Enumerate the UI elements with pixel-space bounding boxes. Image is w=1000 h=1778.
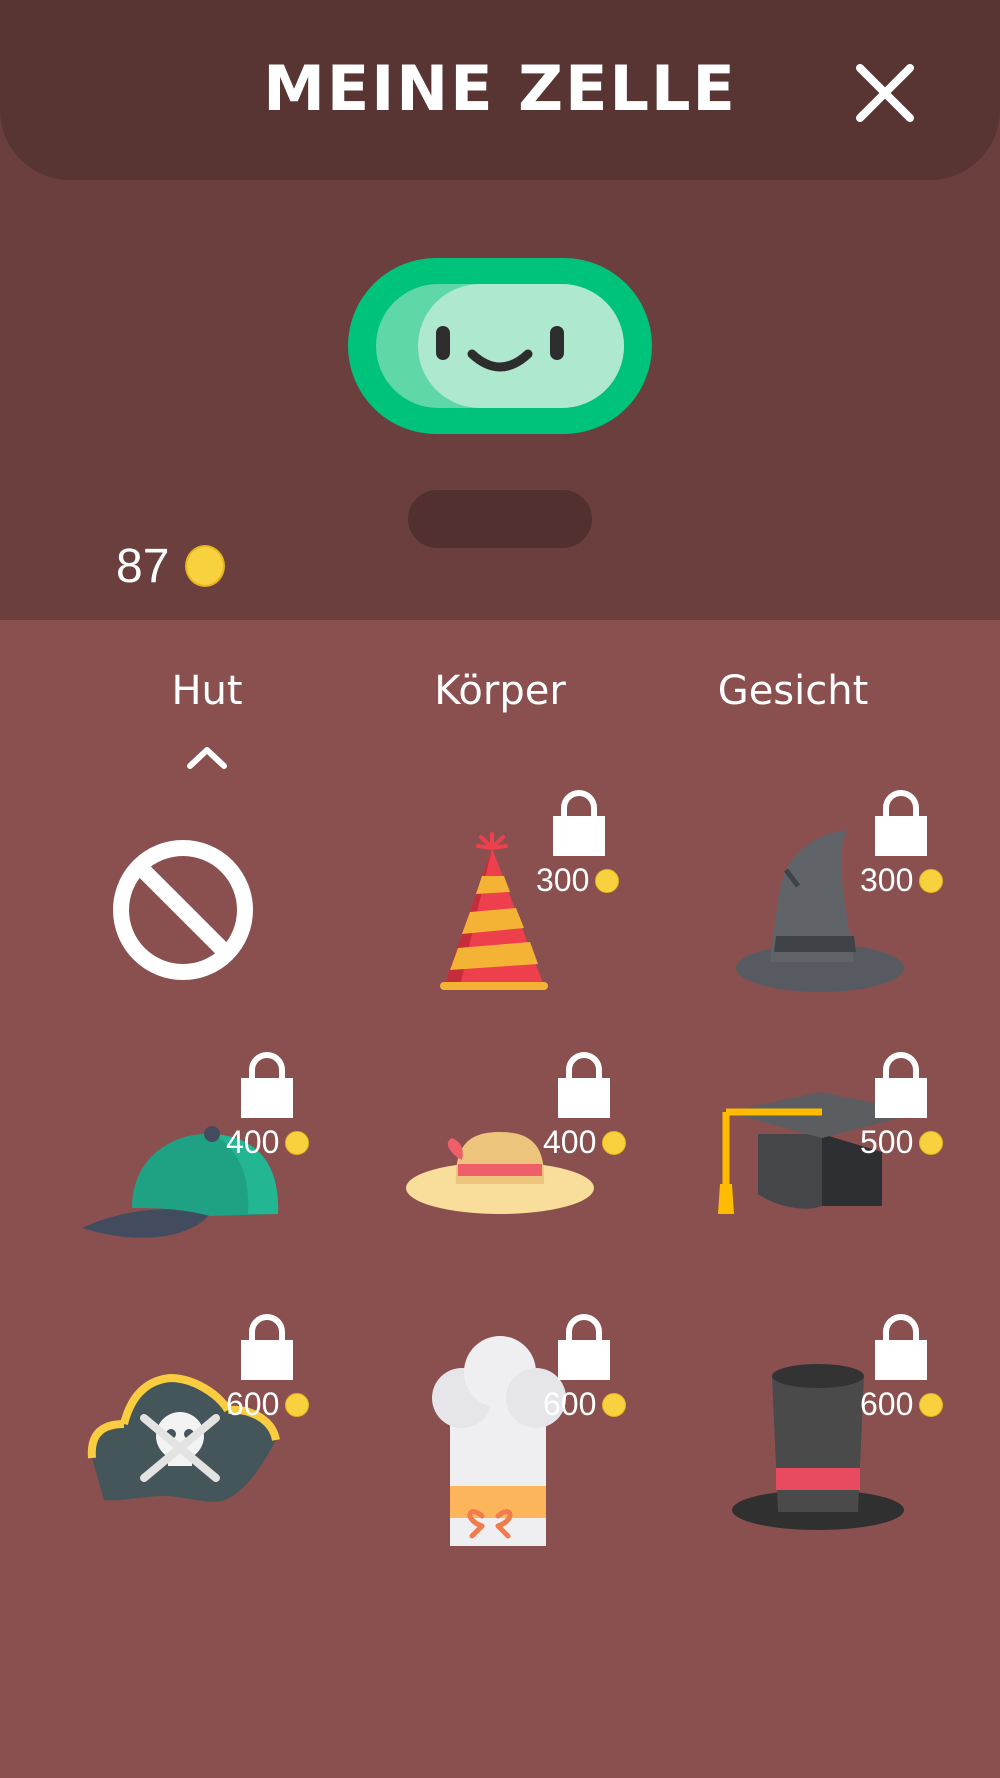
item-price-value: 600 bbox=[543, 1386, 597, 1422]
lock-icon bbox=[553, 790, 605, 856]
coin-balance-value: 87 bbox=[116, 539, 170, 593]
item-price-value: 300 bbox=[536, 862, 590, 898]
hat-item-witch-hat[interactable]: 300 bbox=[658, 776, 976, 1038]
coin-icon bbox=[919, 1392, 944, 1417]
party-hat-icon bbox=[440, 832, 548, 990]
hat-item-sun-hat[interactable]: 400 bbox=[340, 1038, 658, 1300]
item-price: 400 bbox=[543, 1124, 627, 1161]
pirate-hat-icon bbox=[87, 1373, 280, 1502]
active-tab-indicator-icon bbox=[187, 747, 227, 769]
tab-koerper[interactable]: Körper bbox=[434, 668, 566, 714]
item-price-value: 500 bbox=[860, 1124, 914, 1160]
hat-item-party-hat[interactable]: 300 bbox=[340, 776, 658, 1038]
hat-item-none[interactable] bbox=[40, 776, 358, 1038]
sun-hat-icon bbox=[406, 1132, 594, 1214]
item-price: 500 bbox=[860, 1124, 944, 1161]
hat-item-cap[interactable]: 400 bbox=[40, 1038, 358, 1300]
hat-item-top-hat[interactable]: 600 bbox=[658, 1300, 976, 1562]
item-price-value: 600 bbox=[860, 1386, 914, 1422]
coin-icon bbox=[285, 1130, 310, 1155]
coin-icon bbox=[285, 1392, 310, 1417]
coin-icon bbox=[602, 1392, 627, 1417]
item-price-value: 300 bbox=[860, 862, 914, 898]
lock-icon bbox=[241, 1052, 293, 1118]
item-price-value: 600 bbox=[226, 1386, 280, 1422]
coin-icon bbox=[602, 1130, 627, 1155]
item-price-value: 400 bbox=[226, 1124, 280, 1160]
lock-icon bbox=[875, 790, 927, 856]
lock-icon bbox=[241, 1314, 293, 1380]
coin-icon bbox=[919, 1130, 944, 1155]
hat-item-chef-hat[interactable]: 600 bbox=[340, 1300, 658, 1562]
page-title: MEINE ZELLE bbox=[263, 52, 737, 125]
lock-icon bbox=[875, 1314, 927, 1380]
lock-icon bbox=[875, 1052, 927, 1118]
lock-icon bbox=[558, 1052, 610, 1118]
close-icon[interactable] bbox=[852, 60, 918, 126]
hat-item-pirate-hat[interactable]: 600 bbox=[40, 1300, 358, 1562]
lock-icon bbox=[558, 1314, 610, 1380]
chef-hat-icon bbox=[432, 1336, 566, 1546]
avatar-shadow bbox=[408, 490, 592, 548]
cap-icon bbox=[82, 1126, 279, 1238]
tab-hut[interactable]: Hut bbox=[171, 668, 242, 714]
hat-item-graduation-cap[interactable]: 500 bbox=[658, 1038, 976, 1300]
tab-gesicht[interactable]: Gesicht bbox=[718, 668, 869, 714]
top-hat-icon bbox=[732, 1364, 904, 1530]
item-price: 400 bbox=[226, 1124, 310, 1161]
item-price: 600 bbox=[860, 1386, 944, 1423]
item-price-value: 400 bbox=[543, 1124, 597, 1160]
coin-icon bbox=[919, 868, 944, 893]
item-price: 600 bbox=[226, 1386, 310, 1423]
coin-icon bbox=[595, 868, 620, 893]
coin-icon bbox=[185, 545, 226, 587]
graduation-cap-icon bbox=[718, 1092, 922, 1214]
item-price: 300 bbox=[860, 862, 944, 899]
coin-balance: 87 bbox=[116, 536, 226, 596]
no-hat-icon bbox=[113, 840, 253, 980]
witch-hat-icon bbox=[736, 830, 904, 992]
cell-avatar bbox=[348, 258, 652, 434]
item-price: 300 bbox=[536, 862, 620, 899]
item-price: 600 bbox=[543, 1386, 627, 1423]
